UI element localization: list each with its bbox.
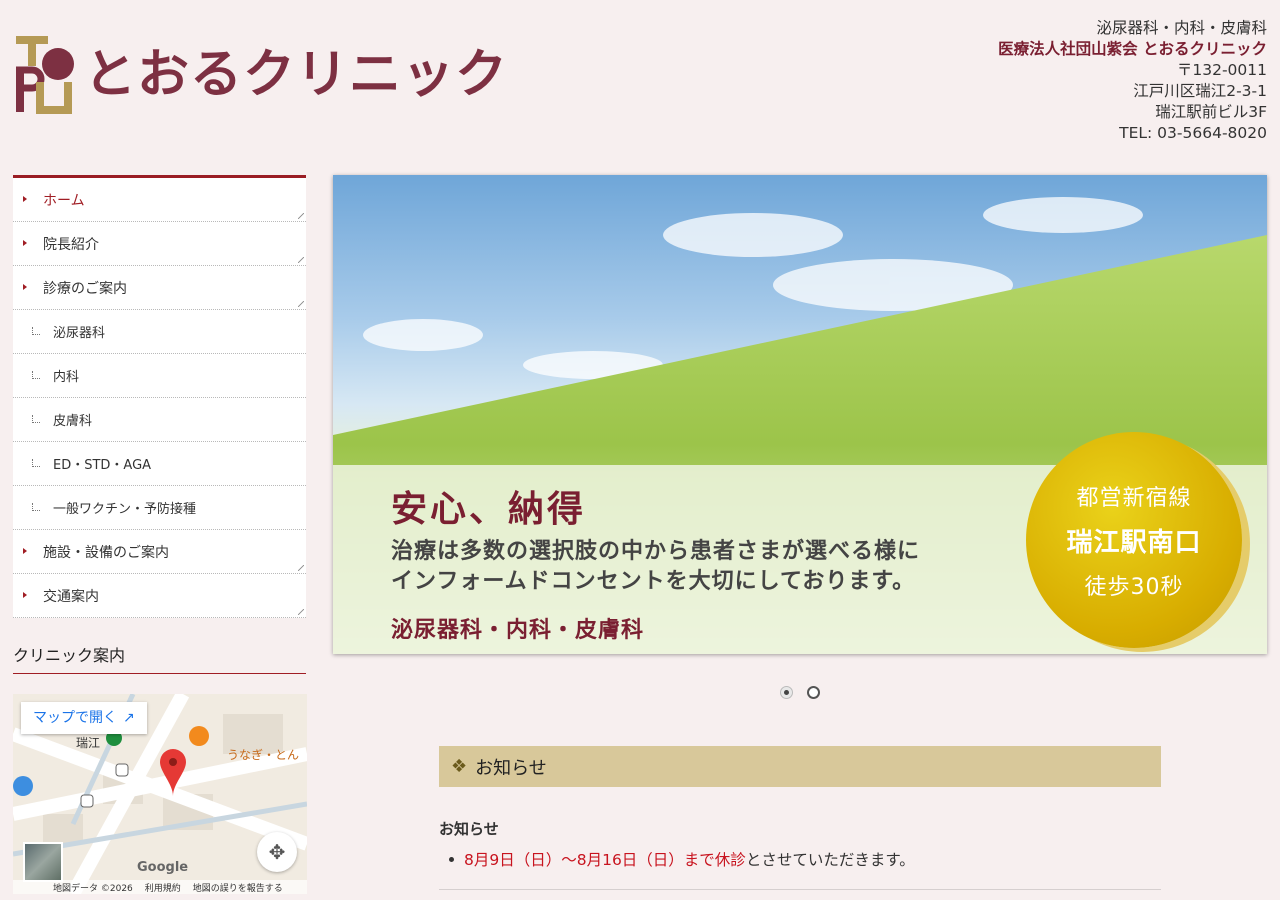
map-label-unagi: うなぎ・とん xyxy=(227,748,300,762)
badge-walk-time: 徒歩30秒 xyxy=(1084,574,1184,600)
bullet-icon xyxy=(449,856,454,862)
map-data-credit: 地図データ ©2026 xyxy=(53,883,133,894)
nav-item-facilities[interactable]: 施設・設備のご案内 xyxy=(13,530,306,574)
nav-item-internal-medicine[interactable]: 内科 xyxy=(13,354,306,398)
nav-label: 院長紹介 xyxy=(43,236,99,253)
nav-item-medical-guide[interactable]: 診療のご案内 xyxy=(13,266,306,310)
hero-slider[interactable]: 安心、納得 治療は多数の選択肢の中から患者さまが選べる様に インフォームドコンセ… xyxy=(333,175,1267,654)
nav-item-ed-std-aga[interactable]: ED・STD・AGA xyxy=(13,442,306,486)
nav-item-access[interactable]: 交通案内 xyxy=(13,574,306,618)
hero-heading: 安心、納得 xyxy=(391,489,587,530)
sub-branch-icon xyxy=(32,371,40,379)
hero-text-line1: 治療は多数の選択肢の中から患者さまが選べる様に xyxy=(391,539,921,564)
header-departments: 泌尿器科・内科・皮膚科 xyxy=(1096,19,1267,37)
nav-label: ED・STD・AGA xyxy=(53,458,152,473)
news-item: 8月9日（日）～8月16日（日）まで休診 とさせていただきます。 xyxy=(449,848,915,870)
news-list: 8月9日（日）～8月16日（日）まで休診 とさせていただきます。 xyxy=(449,848,915,870)
nav-label: 診療のご案内 xyxy=(43,280,127,297)
clinic-info-heading: クリニック案内 xyxy=(13,644,306,674)
badge-line-name: 都営新宿線 xyxy=(1076,485,1192,511)
slider-pagination xyxy=(780,686,820,699)
news-item-text: とさせていただきます。 xyxy=(745,851,915,869)
news-item-highlight[interactable]: 8月9日（日）～8月16日（日）まで休診 xyxy=(464,848,746,870)
satellite-toggle-button[interactable] xyxy=(23,842,63,882)
arrow-right-icon xyxy=(23,284,27,290)
arrow-right-icon xyxy=(23,592,27,598)
news-divider xyxy=(439,889,1161,890)
google-map[interactable]: マップで開く ↗ 瑞江 うなぎ・とん Google ✥ 地図データ ©2026 … xyxy=(13,694,307,894)
header-address2: 瑞江駅前ビル3F xyxy=(1155,103,1267,121)
map-footer: 地図データ ©2026 利用規約 地図の誤りを報告する xyxy=(13,880,307,894)
nav-label: 皮膚科 xyxy=(53,414,93,429)
map-terms-link[interactable]: 利用規約 xyxy=(145,881,181,894)
sub-branch-icon xyxy=(32,415,40,423)
nav-item-urology[interactable]: 泌尿器科 xyxy=(13,310,306,354)
clinic-logo[interactable]: とおるクリニック xyxy=(14,34,507,116)
logo-text: とおるクリニック xyxy=(84,45,509,105)
resize-corner-icon xyxy=(298,609,304,615)
external-link-icon: ↗ xyxy=(123,710,135,726)
sidebar-nav: ホーム 院長紹介 診療のご案内 泌尿器科 内科 皮膚科 ED・STD・AGA 一… xyxy=(13,175,306,618)
badge-station: 瑞江駅南口 xyxy=(1066,527,1202,558)
header-tel[interactable]: TEL: 03-5664-8020 xyxy=(998,123,1267,144)
arrow-right-icon xyxy=(23,196,27,202)
nav-label: 一般ワクチン・予防接種 xyxy=(53,502,197,517)
header-postal: 〒132-0011 xyxy=(1176,61,1267,79)
nav-item-dermatology[interactable]: 皮膚科 xyxy=(13,398,306,442)
arrow-right-icon xyxy=(23,240,27,246)
nav-label: 施設・設備のご案内 xyxy=(43,544,169,561)
header-clinic-name: 医療法人社団山紫会 とおるクリニック xyxy=(998,40,1267,58)
station-badge: 都営新宿線 瑞江駅南口 徒歩30秒 xyxy=(1026,432,1242,648)
sub-branch-icon xyxy=(32,503,40,511)
news-section-header: ❖ お知らせ xyxy=(439,746,1161,787)
resize-corner-icon xyxy=(298,213,304,219)
diamond-icon: ❖ xyxy=(451,756,468,777)
nav-item-home[interactable]: ホーム xyxy=(13,178,306,222)
arrow-right-icon xyxy=(23,548,27,554)
nav-label: 交通案内 xyxy=(43,588,99,605)
open-in-maps-label: マップで開く xyxy=(33,710,117,726)
resize-corner-icon xyxy=(298,257,304,263)
logo-mark-icon xyxy=(14,34,76,116)
header-address1: 江戸川区瑞江2-3-1 xyxy=(1133,82,1267,100)
nav-label: 内科 xyxy=(53,370,80,385)
header-contact-info: 泌尿器科・内科・皮膚科 医療法人社団山紫会 とおるクリニック 〒132-0011… xyxy=(998,18,1267,144)
slider-dot-2[interactable] xyxy=(807,686,820,699)
news-subtitle: お知らせ xyxy=(439,820,499,838)
hero-departments: 泌尿器科・内科・皮膚科 xyxy=(391,618,645,643)
resize-corner-icon xyxy=(298,565,304,571)
sub-branch-icon xyxy=(32,459,40,467)
resize-corner-icon xyxy=(298,301,304,307)
sub-branch-icon xyxy=(32,327,40,335)
nav-item-director[interactable]: 院長紹介 xyxy=(13,222,306,266)
hero-text: 治療は多数の選択肢の中から患者さまが選べる様に インフォームドコンセントを大切に… xyxy=(391,537,920,597)
map-report-link[interactable]: 地図の誤りを報告する xyxy=(193,881,283,894)
slider-dot-1[interactable] xyxy=(780,686,793,699)
map-label-mizue: 瑞江 xyxy=(76,736,101,750)
hero-text-line2: インフォームドコンセントを大切にしております。 xyxy=(391,569,916,594)
google-logo: Google xyxy=(137,860,189,875)
open-in-maps-button[interactable]: マップで開く ↗ xyxy=(21,702,147,734)
fullscreen-icon[interactable]: ✥ xyxy=(257,832,297,872)
nav-item-vaccination[interactable]: 一般ワクチン・予防接種 xyxy=(13,486,306,530)
nav-label: 泌尿器科 xyxy=(53,326,106,341)
news-section-title: お知らせ xyxy=(475,757,547,779)
nav-label: ホーム xyxy=(43,192,85,209)
